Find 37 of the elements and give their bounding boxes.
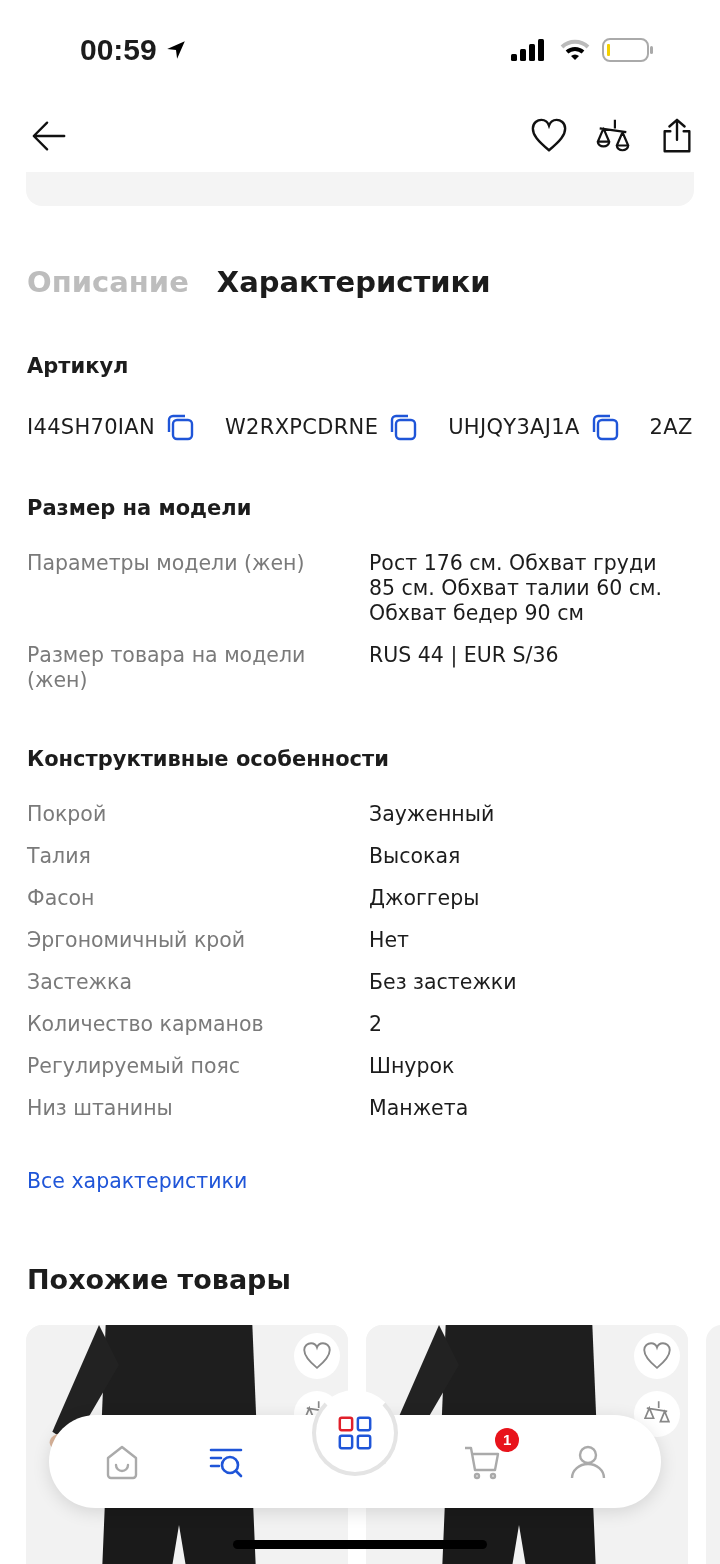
spec-label: Талия [27, 844, 92, 869]
article-code: 2AZ [649, 415, 693, 439]
article-code: W2RXPCDRNE [225, 415, 379, 439]
copy-icon[interactable] [388, 412, 419, 442]
tab[interactable]: Характеристики [216, 264, 491, 300]
spec-value: Без застежки [369, 970, 518, 995]
section-title: Конструктивные особенности [27, 746, 390, 773]
all-specs-link[interactable]: Все характеристики [27, 1169, 248, 1193]
section-title: Похожие товары [27, 1263, 292, 1297]
signal-icon [510, 38, 546, 62]
section-title: Размер на модели [27, 495, 253, 522]
spec-value: RUS 44 | EUR S/36 [369, 643, 560, 670]
spec-label: Низ штанины [27, 1096, 174, 1121]
copy-icon[interactable] [165, 412, 196, 442]
spec-label: Покрой [27, 802, 108, 827]
spec-label: Параметры модели (жен) [27, 551, 306, 577]
clock-time: 00:59 [80, 33, 157, 67]
spec-label: Размер товара на модели (жен) [27, 643, 307, 693]
article-code: I44SH70IAN [27, 415, 156, 439]
spec-value: Высокая [369, 844, 462, 869]
spec-value: Нет [369, 928, 410, 953]
spec-value: Зауженный [369, 802, 496, 827]
spec-label: Регулируемый пояс [27, 1054, 242, 1079]
spec-value: Шнурок [369, 1054, 456, 1079]
spec-value: 2 [369, 1012, 384, 1037]
spec-label: Количество карманов [27, 1012, 265, 1037]
article-code: UHJQY3AJ1A [448, 415, 580, 439]
spec-label: Эргономичный крой [27, 928, 247, 953]
wifi-icon [560, 39, 590, 61]
spec-value: Манжета [369, 1096, 470, 1121]
battery-icon [602, 37, 654, 63]
section-title: Артикул [27, 353, 130, 380]
spec-value: Рост 176 см. Обхват груди 85 см. Обхват талии 60 см. Обхват бедер 90 см [369, 551, 663, 626]
spec-label: Застежка [27, 970, 133, 995]
cart-count-badge: 1 [495, 1427, 520, 1452]
spec-label: Фасон [27, 886, 96, 911]
spec-value: Джоггеры [369, 886, 481, 911]
